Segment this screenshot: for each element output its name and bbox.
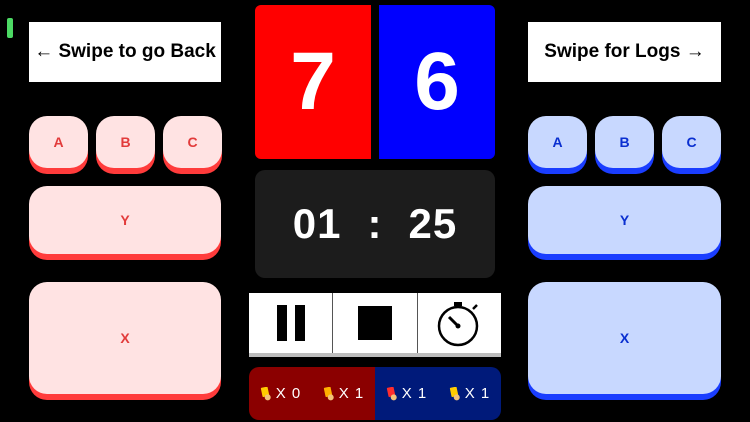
- blue-team-yellow-count: X 1: [464, 385, 491, 402]
- stopwatch-icon: [438, 302, 479, 347]
- red-team-yellow-card[interactable]: X 0: [260, 385, 302, 402]
- blue-score[interactable]: 6: [379, 5, 495, 159]
- blue-team-yellow-card[interactable]: X 1: [449, 385, 491, 402]
- swipe-logs-button[interactable]: Swipe for Logs →: [528, 22, 721, 82]
- blue-key-x[interactable]: X: [528, 282, 721, 394]
- red-team-orange-card[interactable]: X 1: [323, 385, 365, 402]
- red-key-y[interactable]: Y: [29, 186, 221, 254]
- blue-key-b[interactable]: B: [595, 116, 654, 168]
- red-team-cards: X 0 X 1: [249, 367, 375, 420]
- status-indicator: [7, 18, 13, 38]
- stop-icon: [357, 306, 392, 340]
- red-key-c[interactable]: C: [163, 116, 222, 168]
- penalty-card-icon: [260, 386, 271, 400]
- penalty-card-icon: [386, 386, 397, 400]
- red-key-x[interactable]: X: [29, 282, 221, 394]
- timer-controls: [249, 293, 501, 357]
- blue-team-red-count: X 1: [401, 385, 428, 402]
- penalty-card-icon: [323, 386, 334, 400]
- penalty-cards-bar: X 0 X 1 X 1 X 1: [249, 367, 501, 420]
- match-timer: 01 : 25: [255, 170, 495, 278]
- stopwatch-button[interactable]: [418, 293, 501, 353]
- pause-icon: [276, 305, 305, 341]
- blue-team-cards: X 1 X 1: [375, 367, 501, 420]
- penalty-card-icon: [449, 386, 460, 400]
- blue-team-red-card[interactable]: X 1: [386, 385, 428, 402]
- red-team-orange-count: X 1: [338, 385, 365, 402]
- blue-key-a[interactable]: A: [528, 116, 587, 168]
- stop-button[interactable]: [333, 293, 418, 353]
- blue-key-y[interactable]: Y: [528, 186, 721, 254]
- red-key-b[interactable]: B: [96, 116, 155, 168]
- red-score[interactable]: 7: [255, 5, 371, 159]
- red-key-a[interactable]: A: [29, 116, 88, 168]
- blue-key-c[interactable]: C: [662, 116, 721, 168]
- pause-button[interactable]: [249, 293, 334, 353]
- red-team-yellow-count: X 0: [275, 385, 302, 402]
- timer-seconds: 25: [408, 200, 458, 247]
- timer-separator: :: [367, 200, 383, 247]
- swipe-back-button[interactable]: ← Swipe to go Back: [29, 22, 221, 82]
- timer-minutes: 01: [292, 200, 342, 247]
